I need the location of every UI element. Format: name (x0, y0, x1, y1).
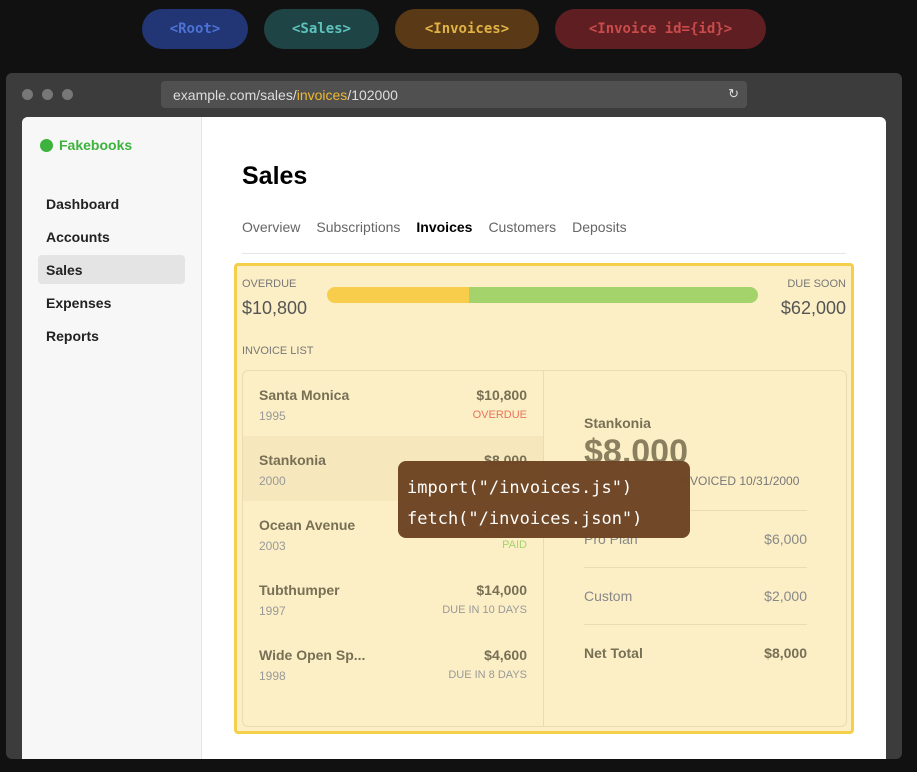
logo-text: Fakebooks (59, 137, 133, 153)
invoice-amount: $14,000 (476, 582, 527, 598)
invoice-status: DUE IN 10 DAYS (442, 604, 527, 616)
url-prefix: example.com/sales/ (173, 87, 297, 103)
sidebar-item-dashboard[interactable]: Dashboard (38, 189, 185, 218)
route-pill: <Invoice id={id}> (555, 9, 766, 49)
window-minimize-dot[interactable] (42, 89, 53, 100)
logo[interactable]: Fakebooks (40, 137, 132, 153)
tabs: Overview Subscriptions Invoices Customers De… (242, 219, 627, 235)
tab-subscriptions[interactable]: Subscriptions (316, 219, 400, 235)
invoice-status: DUE IN 8 DAYS (448, 669, 527, 681)
route-pill: <Sales> (264, 9, 379, 49)
due-soon-segment (469, 287, 758, 303)
overdue-segment (327, 287, 470, 303)
line-label: Custom (584, 588, 633, 604)
window-zoom-dot[interactable] (62, 89, 73, 100)
total-label: Net Total (584, 645, 643, 661)
route-pill: <Root> (142, 9, 248, 49)
tooltip-import: import("/invoices.js") (407, 478, 633, 498)
reload-icon[interactable]: ↻ (728, 86, 739, 102)
overdue-progress-bar (327, 287, 758, 303)
invoice-list-label: INVOICE LIST (242, 345, 314, 357)
tooltip-fetch: fetch("/invoices.json") (407, 509, 643, 529)
browser-window: example.com/sales/invoices/102000 ↻ Fake… (6, 73, 902, 759)
tab-customers[interactable]: Customers (488, 219, 556, 235)
sidebar-item-sales[interactable]: Sales (38, 255, 185, 284)
address-bar[interactable]: example.com/sales/invoices/102000 ↻ (161, 81, 747, 108)
sidebar-nav: Dashboard Accounts Sales Expenses Reports (38, 189, 185, 354)
overdue-label: OVERDUE (242, 278, 297, 290)
invoice-list: Stankonia $8,000 INVOICED 10/31/2000 Pro… (242, 370, 847, 727)
invoice-status: OVERDUE (472, 409, 527, 421)
sidebar-item-reports[interactable]: Reports (38, 321, 185, 350)
invoice-detail: Stankonia $8,000 INVOICED 10/31/2000 Pro… (543, 371, 847, 726)
tab-deposits[interactable]: Deposits (572, 219, 626, 235)
url-highlight: invoices (296, 87, 348, 103)
url-suffix: /102000 (347, 87, 398, 103)
overdue-amount: $10,800 (242, 298, 308, 318)
tab-invoices[interactable]: Invoices (416, 219, 472, 235)
invoice-year: 2003 (259, 539, 286, 553)
due-soon-label: DUE SOON (787, 278, 846, 290)
tab-overview[interactable]: Overview (242, 219, 300, 235)
detail-invoiced: INVOICED 10/31/2000 (678, 474, 800, 488)
invoice-amount: $4,600 (484, 647, 527, 663)
divider (242, 253, 846, 254)
net-total-row: Net Total $8,000 (584, 624, 807, 681)
page: Fakebooks Dashboard Accounts Sales Expenses… (22, 117, 886, 759)
invoice-status: PAID (502, 539, 527, 551)
data-loading-tooltip: import("/invoices.js") fetch("/invoices.j… (398, 461, 690, 538)
line-item: Custom $2,000 (584, 567, 807, 624)
logo-icon (40, 138, 53, 152)
sidebar-item-accounts[interactable]: Accounts (38, 222, 185, 251)
invoice-list-item[interactable]: Santa Monica $10,800 1995 OVERDUE (243, 371, 543, 436)
invoice-list-item[interactable]: Tubthumper $14,000 1997 DUE IN 10 DAYS (243, 566, 543, 631)
window-close-dot[interactable] (22, 89, 33, 100)
invoice-list-item[interactable]: Wide Open Sp... $4,600 1998 DUE IN 8 DAYS (243, 631, 543, 696)
line-amount: $6,000 (764, 531, 807, 547)
detail-name: Stankonia (584, 415, 651, 431)
invoice-amount: $10,800 (476, 387, 527, 403)
page-title: Sales (242, 162, 308, 190)
sidebar: Fakebooks Dashboard Accounts Sales Expenses… (22, 117, 202, 759)
sidebar-item-expenses[interactable]: Expenses (38, 288, 185, 317)
total-amount: $8,000 (764, 645, 807, 661)
due-soon-amount: $62,000 (780, 298, 846, 318)
route-pill: <Invoices> (395, 9, 539, 49)
line-amount: $2,000 (764, 588, 807, 604)
